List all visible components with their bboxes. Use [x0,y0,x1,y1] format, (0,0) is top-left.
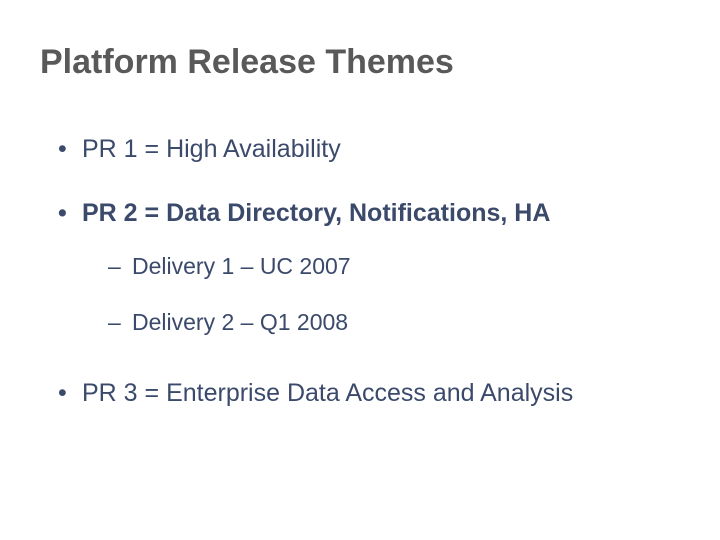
sub-bullet-list: Delivery 1 – UC 2007 Delivery 2 – Q1 200… [82,252,680,338]
bullet-item-pr1: PR 1 = High Availability [58,133,680,166]
slide: Platform Release Themes PR 1 = High Avai… [0,0,720,540]
bullet-text: PR 3 = Enterprise Data Access and Analys… [82,379,573,407]
slide-title: Platform Release Themes [40,42,680,83]
sub-bullet-text: Delivery 1 – UC 2007 [132,253,351,279]
bullet-list: PR 1 = High Availability PR 2 = Data Dir… [40,133,680,417]
sub-bullet-delivery1: Delivery 1 – UC 2007 [108,252,680,282]
sub-bullet-text: Delivery 2 – Q1 2008 [132,309,348,335]
bullet-item-pr2: PR 2 = Data Directory, Notifications, HA… [58,197,680,337]
bullet-text: PR 1 = High Availability [82,135,341,163]
bullet-item-pr3: PR 3 = Enterprise Data Access and Analys… [58,370,680,418]
sub-bullet-delivery2: Delivery 2 – Q1 2008 [108,308,680,338]
bullet-text: PR 2 = Data Directory, Notifications, HA [82,199,550,227]
